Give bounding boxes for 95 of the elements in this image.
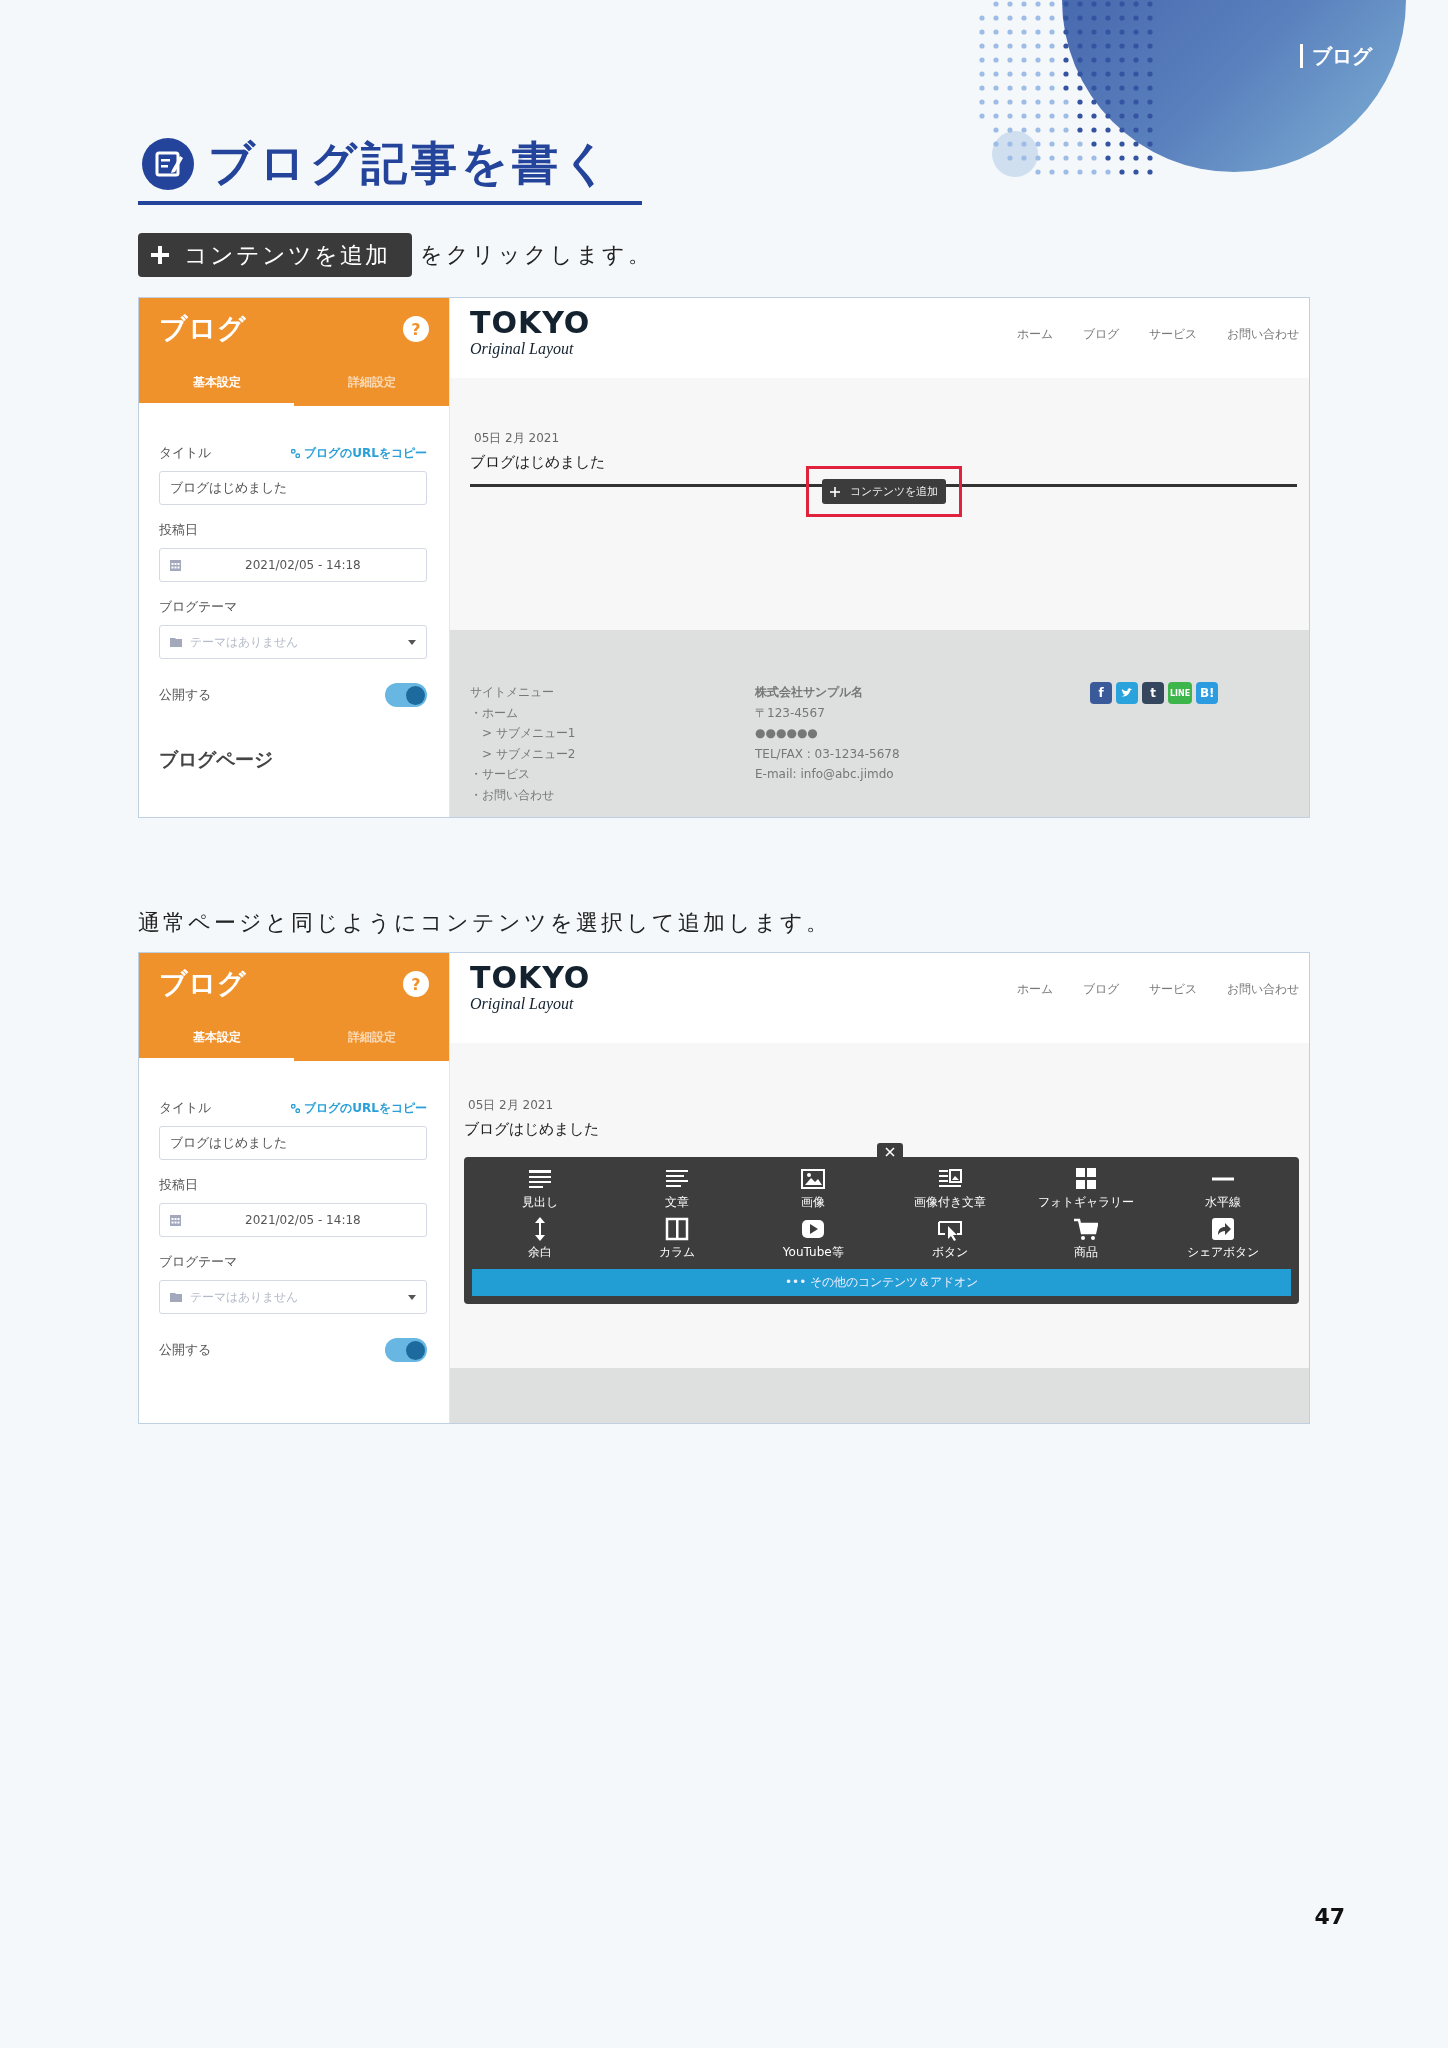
nav-link[interactable]: お問い合わせ [1227,326,1299,343]
footer-text: TEL/FAX : 03-1234-5678 [755,745,901,763]
publish-toggle[interactable] [385,683,427,707]
post-date: 05日 2月 2021 [467,1097,555,1114]
content-type-button[interactable]: 余白 [472,1217,609,1261]
footer-text: 〒123-4567 [755,704,826,722]
content-type-button[interactable]: フォトギャラリー [1018,1167,1155,1211]
footer-link[interactable]: > サブメニュー1 [470,723,755,744]
grid-icon [1074,1167,1099,1191]
close-icon [885,1147,895,1157]
content-type-button[interactable]: 水平線 [1154,1167,1291,1211]
field-label: タイトル [159,444,211,462]
play-icon [801,1217,826,1241]
theme-placeholder: テーマはありません [190,633,299,651]
social-button[interactable]: LINE [1168,682,1193,704]
date-field[interactable]: 2021/02/05 - 14:18 [159,548,427,582]
field-label: 投稿日 [159,1176,199,1194]
date-field[interactable]: 2021/02/05 - 14:18 [159,1203,427,1237]
calendar-icon [170,1214,181,1226]
theme-placeholder: テーマはありません [190,1288,299,1306]
publish-toggle[interactable] [385,1338,427,1362]
social-button[interactable]: f [1090,682,1112,704]
logo-subtitle: Original Layout [470,340,575,358]
field-label: 投稿日 [159,521,199,539]
content-type-button[interactable]: 画像 [745,1167,882,1211]
page-number: 47 [1313,1904,1345,1929]
nav-link[interactable]: サービス [1149,326,1197,343]
title-field[interactable]: ブログはじめました [159,471,427,505]
content-type-button[interactable]: 画像付き文章 [881,1167,1018,1211]
footer-text: ●●●●●● [755,725,819,742]
plus-icon [150,245,170,265]
date-value: 2021/02/05 - 14:18 [245,1213,361,1227]
footer-link[interactable]: > サブメニュー2 [470,743,755,764]
field-label: タイトル [159,1099,211,1117]
footer-text: E-mail: info@abc.jimdo [755,766,895,783]
panel-title: ブログ [159,966,246,1002]
date-value: 2021/02/05 - 14:18 [245,558,361,572]
footer-link[interactable]: ・サービス [470,764,755,785]
section-label: ブログ [1300,44,1372,68]
social-button[interactable]: B! [1196,682,1219,704]
field-label: 公開する [159,686,211,704]
content-type-button[interactable]: ボタン [881,1217,1018,1261]
section-heading: ブログページ [159,747,274,772]
columns-icon [664,1217,689,1241]
field-label: 公開する [159,1341,211,1359]
social-button[interactable] [1116,682,1138,704]
nav-link[interactable]: サービス [1149,981,1197,998]
horizontal-line-icon [1210,1177,1235,1181]
nav-link[interactable]: お問い合わせ [1227,981,1299,998]
instruction-text: をクリックします。 [420,241,653,269]
logo-subtitle: Original Layout [470,995,575,1013]
title-field[interactable]: ブログはじめました [159,1126,427,1160]
image-icon [801,1167,826,1191]
plus-icon [829,486,840,497]
content-type-button[interactable]: 商品 [1018,1217,1155,1261]
nav-link[interactable]: ブログ [1083,981,1119,998]
link-icon [291,448,301,458]
caret-icon [408,1294,416,1300]
copy-url-link[interactable]: ブログのURLをコピー [291,444,427,462]
copy-url-link[interactable]: ブログのURLをコピー [291,1099,427,1117]
footer-link[interactable]: ・ホーム [470,702,755,723]
nav-link[interactable]: ホーム [1017,326,1053,343]
content-type-button[interactable]: カラム [608,1217,745,1261]
add-content-button[interactable]: コンテンツを追加 [821,479,946,504]
logo-title: TOKYO [470,306,591,340]
field-label: ブログテーマ [159,1253,238,1271]
cart-icon [1074,1217,1099,1241]
post-date: 05日 2月 2021 [473,430,561,447]
page-heading: ブログ記事を書く [208,135,613,192]
calendar-icon [170,559,181,571]
edit-icon [142,138,194,190]
post-title: ブログはじめました [470,453,606,472]
more-contents-button[interactable]: ••• その他のコンテンツ＆アドオン [472,1269,1291,1296]
content-type-button[interactable]: シェアボタン [1154,1217,1291,1261]
panel-title: ブログ [159,311,246,347]
folder-icon [170,1292,182,1302]
link-icon [291,1103,301,1113]
bird-icon [1121,688,1133,698]
social-button[interactable]: t [1142,682,1164,704]
footer-link[interactable]: ・お問い合わせ [470,784,755,805]
post-title: ブログはじめました [464,1120,600,1139]
share-icon [1210,1217,1235,1241]
logo-title: TOKYO [470,961,591,995]
content-type-button[interactable]: 見出し [472,1167,609,1211]
folder-icon [170,637,182,647]
footer-text: サイトメニュー [470,684,555,701]
content-type-button[interactable]: 文章 [608,1167,745,1211]
nav-link[interactable]: ホーム [1017,981,1053,998]
nav-link[interactable]: ブログ [1083,326,1119,343]
instruction-text: 通常ページと同じようにコンテンツを選択して追加します。 [138,909,832,937]
field-label: ブログテーマ [159,598,238,616]
content-type-button[interactable]: YouTube等 [745,1217,882,1261]
company-name: 株式会社サンプル名 [755,684,864,701]
caret-icon [408,639,416,645]
heading-lines-icon [528,1167,553,1191]
